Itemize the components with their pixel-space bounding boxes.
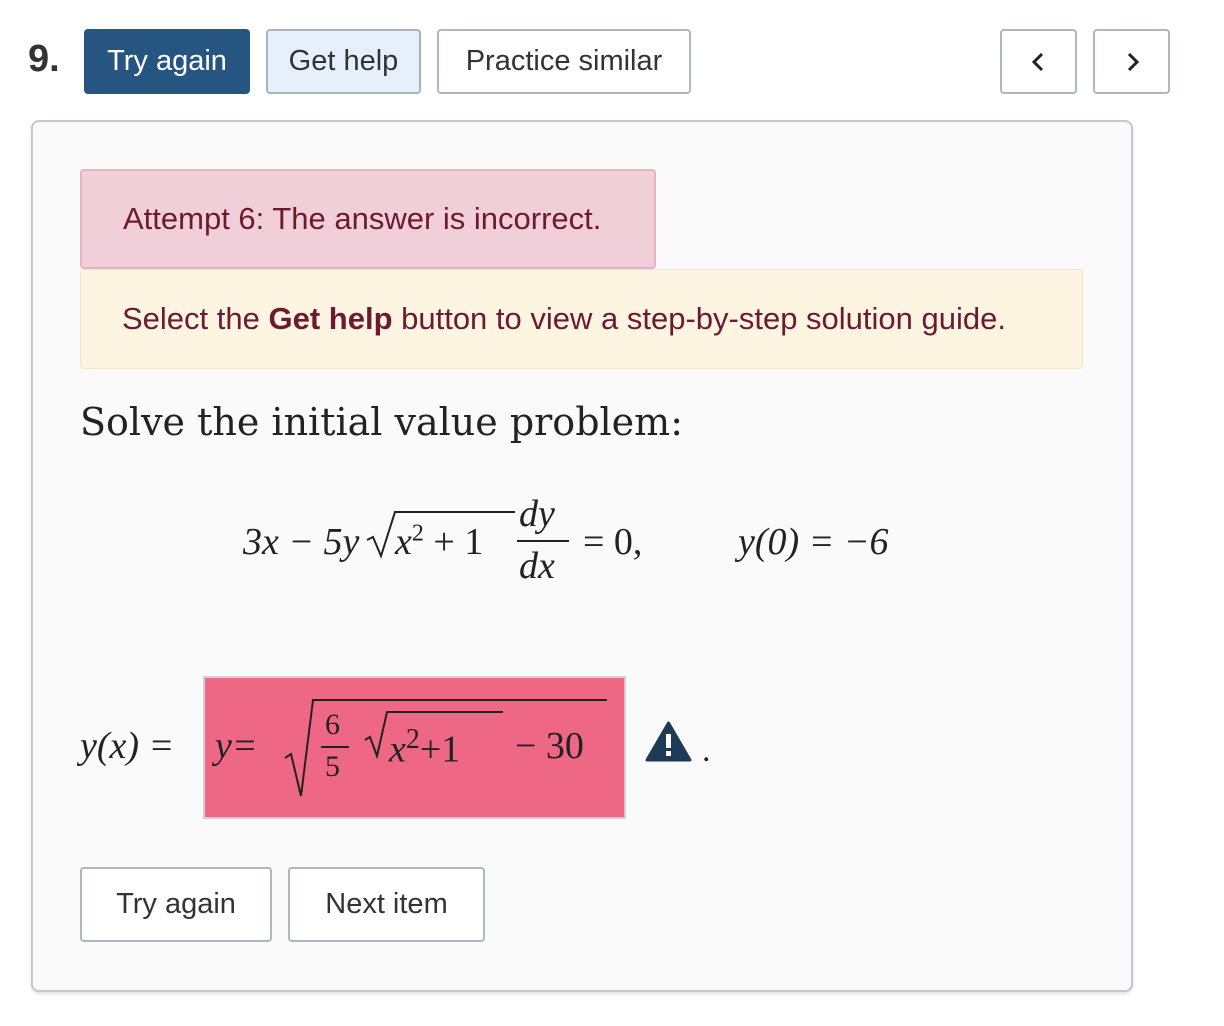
answer-period: . bbox=[702, 732, 711, 769]
try-again-button[interactable]: Try again bbox=[84, 29, 250, 94]
previous-question-button[interactable] bbox=[1000, 29, 1077, 94]
derivative-denominator: dx bbox=[519, 545, 555, 587]
warning-icon[interactable] bbox=[645, 721, 692, 763]
derivative-fraction: dy dx bbox=[515, 492, 571, 588]
question-number: 9. bbox=[28, 38, 60, 80]
derivative-numerator: dy bbox=[519, 493, 555, 535]
equation-lhs: 3x − 5y bbox=[243, 521, 360, 563]
next-item-button[interactable]: Next item bbox=[288, 867, 485, 942]
hint-alert: Select the Get help button to view a ste… bbox=[80, 269, 1083, 369]
answer-label: y(x) = bbox=[80, 725, 175, 767]
answer-fraction-denominator: 5 bbox=[325, 750, 340, 783]
answer-fraction: 6 5 bbox=[321, 708, 351, 788]
radicand: x2 + 1 bbox=[395, 520, 484, 563]
answer-prefix: y= bbox=[215, 725, 258, 767]
try-again-bottom-button[interactable]: Try again bbox=[80, 867, 272, 942]
answer-inner-radicand: x2+1 bbox=[389, 724, 461, 771]
hint-get-help-text: Get help bbox=[268, 301, 393, 336]
answer-tail: − 30 bbox=[515, 725, 584, 767]
next-question-button[interactable] bbox=[1093, 29, 1170, 94]
answer-input[interactable]: y= 6 5 x2+1 − 30 bbox=[203, 676, 626, 819]
practice-similar-button[interactable]: Practice similar bbox=[437, 29, 691, 94]
equals-zero: = 0, bbox=[583, 521, 643, 563]
initial-condition: y(0) = −6 bbox=[738, 521, 889, 563]
hint-suffix: button to view a step-by-step solution g… bbox=[392, 301, 1006, 336]
hint-prefix: Select the bbox=[122, 301, 269, 336]
answer-fraction-numerator: 6 bbox=[325, 708, 340, 741]
incorrect-message: Attempt 6: The answer is incorrect. bbox=[123, 201, 602, 236]
question-prompt: Solve the initial value problem: bbox=[80, 400, 683, 444]
chevron-left-icon bbox=[1031, 52, 1043, 71]
incorrect-alert: Attempt 6: The answer is incorrect. bbox=[80, 169, 656, 269]
chevron-right-icon bbox=[1127, 52, 1139, 71]
get-help-button[interactable]: Get help bbox=[266, 29, 421, 94]
